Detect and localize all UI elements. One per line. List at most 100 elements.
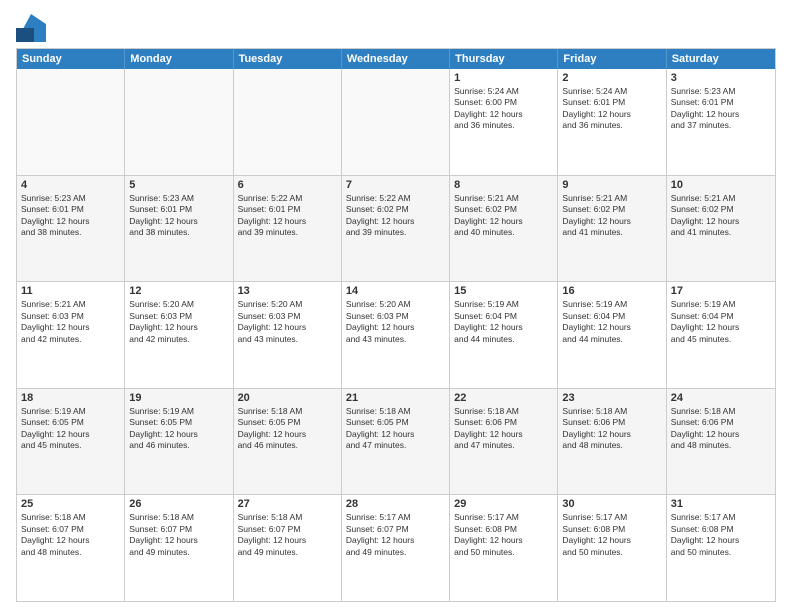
cell-info-line: Sunset: 6:04 PM bbox=[671, 311, 771, 322]
cell-info-line: Daylight: 12 hours bbox=[454, 429, 553, 440]
cell-info-line: Daylight: 12 hours bbox=[562, 322, 661, 333]
cal-header-cell: Wednesday bbox=[342, 49, 450, 69]
cell-info-line: and 50 minutes. bbox=[671, 547, 771, 558]
day-number: 1 bbox=[454, 72, 553, 84]
cell-info-line: and 48 minutes. bbox=[671, 440, 771, 451]
calendar-cell: 27Sunrise: 5:18 AMSunset: 6:07 PMDayligh… bbox=[234, 495, 342, 601]
day-number: 2 bbox=[562, 72, 661, 84]
day-number: 27 bbox=[238, 498, 337, 510]
calendar-cell: 4Sunrise: 5:23 AMSunset: 6:01 PMDaylight… bbox=[17, 176, 125, 282]
day-number: 22 bbox=[454, 392, 553, 404]
day-number: 19 bbox=[129, 392, 228, 404]
day-number: 26 bbox=[129, 498, 228, 510]
cell-info-line: Sunset: 6:07 PM bbox=[238, 524, 337, 535]
calendar-cell: 7Sunrise: 5:22 AMSunset: 6:02 PMDaylight… bbox=[342, 176, 450, 282]
cell-info-line: Sunrise: 5:20 AM bbox=[346, 299, 445, 310]
cell-info-line: Daylight: 12 hours bbox=[346, 535, 445, 546]
logo-icon bbox=[16, 14, 46, 42]
calendar-week-row: 18Sunrise: 5:19 AMSunset: 6:05 PMDayligh… bbox=[17, 388, 775, 495]
cell-info-line: Sunrise: 5:18 AM bbox=[346, 406, 445, 417]
day-number: 8 bbox=[454, 179, 553, 191]
calendar-cell: 13 Sunrise: 5:20 AMSunset: 6:03 PMDayligh… bbox=[234, 282, 342, 388]
cell-info-line: and 38 minutes. bbox=[129, 227, 228, 238]
day-number: 13 bbox=[238, 285, 337, 297]
cell-info-line: Sunrise: 5:21 AM bbox=[671, 193, 771, 204]
cell-info-line: Sunset: 6:01 PM bbox=[129, 204, 228, 215]
cell-info-line: Sunset: 6:01 PM bbox=[671, 97, 771, 108]
cell-info-line: and 47 minutes. bbox=[346, 440, 445, 451]
calendar-header: SundayMondayTuesdayWednesdayThursdayFrid… bbox=[17, 49, 775, 69]
calendar-week-row: 11Sunrise: 5:21 AMSunset: 6:03 PMDayligh… bbox=[17, 281, 775, 388]
day-number: 9 bbox=[562, 179, 661, 191]
cell-info-line: Daylight: 12 hours bbox=[671, 109, 771, 120]
cal-header-cell: Sunday bbox=[17, 49, 125, 69]
cell-info-line: and 39 minutes. bbox=[346, 227, 445, 238]
cell-info-line: Sunrise: 5:20 AM bbox=[129, 299, 228, 310]
day-number: 6 bbox=[238, 179, 337, 191]
cell-info-line: and 38 minutes. bbox=[21, 227, 120, 238]
calendar-cell bbox=[234, 69, 342, 175]
cal-header-cell: Thursday bbox=[450, 49, 558, 69]
cell-info-line: Daylight: 12 hours bbox=[562, 216, 661, 227]
cell-info-line: Sunrise: 5:23 AM bbox=[21, 193, 120, 204]
cell-info-line: Sunset: 6:03 PM bbox=[238, 311, 337, 322]
cell-info-line: Sunset: 6:04 PM bbox=[562, 311, 661, 322]
cell-info-line: Daylight: 12 hours bbox=[21, 322, 120, 333]
cell-info-line: Sunrise: 5:18 AM bbox=[129, 512, 228, 523]
calendar-cell: 15Sunrise: 5:19 AMSunset: 6:04 PMDayligh… bbox=[450, 282, 558, 388]
calendar-week-row: 4Sunrise: 5:23 AMSunset: 6:01 PMDaylight… bbox=[17, 175, 775, 282]
cell-info-line: Daylight: 12 hours bbox=[129, 429, 228, 440]
calendar-cell: 9Sunrise: 5:21 AMSunset: 6:02 PMDaylight… bbox=[558, 176, 666, 282]
cell-info-line: and 41 minutes. bbox=[671, 227, 771, 238]
day-number: 28 bbox=[346, 498, 445, 510]
cell-info-line: and 44 minutes. bbox=[454, 334, 553, 345]
cell-info-line: Sunrise: 5:17 AM bbox=[454, 512, 553, 523]
cell-info-line: Sunset: 6:01 PM bbox=[238, 204, 337, 215]
cell-info-line: Daylight: 12 hours bbox=[21, 429, 120, 440]
cell-info-line: Sunset: 6:06 PM bbox=[562, 417, 661, 428]
cell-info-line: Sunrise: 5:21 AM bbox=[562, 193, 661, 204]
cell-info-line: Sunset: 6:06 PM bbox=[454, 417, 553, 428]
calendar-cell bbox=[17, 69, 125, 175]
cell-info-line: Sunrise: 5:21 AM bbox=[454, 193, 553, 204]
cell-info-line: and 45 minutes. bbox=[671, 334, 771, 345]
cell-info-line: Daylight: 12 hours bbox=[671, 322, 771, 333]
cell-info-line: Daylight: 12 hours bbox=[238, 322, 337, 333]
cell-info-line: Sunset: 6:03 PM bbox=[21, 311, 120, 322]
calendar-cell: 8Sunrise: 5:21 AMSunset: 6:02 PMDaylight… bbox=[450, 176, 558, 282]
cell-info-line: Daylight: 12 hours bbox=[238, 429, 337, 440]
day-number: 16 bbox=[562, 285, 661, 297]
cell-info-line: Daylight: 12 hours bbox=[562, 109, 661, 120]
cell-info-line: Sunset: 6:06 PM bbox=[671, 417, 771, 428]
cell-info-line: Sunset: 6:07 PM bbox=[346, 524, 445, 535]
calendar-cell: 5Sunrise: 5:23 AMSunset: 6:01 PMDaylight… bbox=[125, 176, 233, 282]
cell-info-line: Daylight: 12 hours bbox=[562, 429, 661, 440]
cell-info-line: Sunrise: 5:19 AM bbox=[454, 299, 553, 310]
cell-info-line: Sunrise: 5:20 AM bbox=[238, 299, 337, 310]
cell-info-line: Sunset: 6:08 PM bbox=[562, 524, 661, 535]
cell-info-line: Sunset: 6:08 PM bbox=[454, 524, 553, 535]
cell-info-line: Daylight: 12 hours bbox=[671, 535, 771, 546]
cell-info-line: Sunrise: 5:17 AM bbox=[562, 512, 661, 523]
cell-info-line: Sunset: 6:02 PM bbox=[454, 204, 553, 215]
day-number: 10 bbox=[671, 179, 771, 191]
cell-info-line: and 40 minutes. bbox=[454, 227, 553, 238]
cell-info-line: Sunset: 6:05 PM bbox=[21, 417, 120, 428]
cell-info-line: and 50 minutes. bbox=[454, 547, 553, 558]
calendar-cell: 25Sunrise: 5:18 AMSunset: 6:07 PMDayligh… bbox=[17, 495, 125, 601]
calendar-cell: 19Sunrise: 5:19 AMSunset: 6:05 PMDayligh… bbox=[125, 389, 233, 495]
day-number: 24 bbox=[671, 392, 771, 404]
calendar-cell: 28Sunrise: 5:17 AMSunset: 6:07 PMDayligh… bbox=[342, 495, 450, 601]
cell-info-line: and 48 minutes. bbox=[21, 547, 120, 558]
cell-info-line: and 39 minutes. bbox=[238, 227, 337, 238]
cell-info-line: Sunset: 6:07 PM bbox=[129, 524, 228, 535]
cell-info-line: and 42 minutes. bbox=[21, 334, 120, 345]
calendar-cell: 17Sunrise: 5:19 AMSunset: 6:04 PMDayligh… bbox=[667, 282, 775, 388]
cell-info-line: and 44 minutes. bbox=[562, 334, 661, 345]
cell-info-line: Daylight: 12 hours bbox=[454, 535, 553, 546]
calendar-cell: 21Sunrise: 5:18 AMSunset: 6:05 PMDayligh… bbox=[342, 389, 450, 495]
cell-info-line: Daylight: 12 hours bbox=[129, 216, 228, 227]
cell-info-line: Sunset: 6:02 PM bbox=[671, 204, 771, 215]
cell-info-line: Sunrise: 5:18 AM bbox=[562, 406, 661, 417]
cell-info-line: Sunset: 6:05 PM bbox=[129, 417, 228, 428]
